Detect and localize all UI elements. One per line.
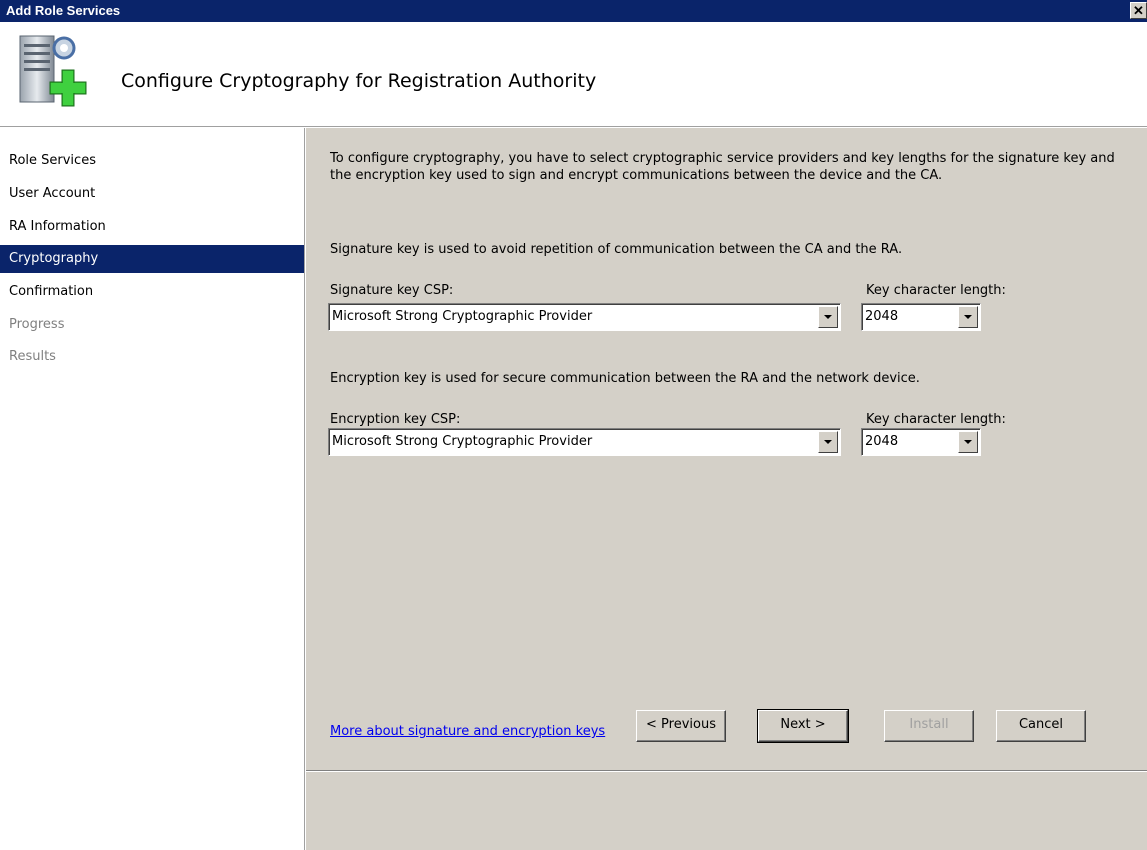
signature-csp-label: Signature key CSP: (330, 283, 454, 298)
close-icon: ✕ (1133, 3, 1144, 18)
main-panel: To configure cryptography, you have to s… (306, 128, 1147, 850)
previous-button[interactable]: < Previous (636, 710, 726, 742)
encryption-csp-label: Encryption key CSP: (330, 412, 461, 427)
encryption-length-label: Key character length: (866, 412, 1006, 427)
title-bar: Add Role Services ✕ (0, 0, 1147, 22)
sidebar-item-confirmation[interactable]: Confirmation (0, 278, 304, 306)
encryption-length-value: 2048 (865, 434, 899, 449)
install-button: Install (884, 710, 974, 742)
signature-description: Signature key is used to avoid repetitio… (330, 242, 903, 257)
encryption-csp-select[interactable]: Microsoft Strong Cryptographic Provider (328, 428, 841, 456)
chevron-down-icon[interactable] (818, 306, 838, 328)
signature-length-select[interactable]: 2048 (861, 303, 981, 331)
encryption-description: Encryption key is used for secure commun… (330, 371, 920, 386)
signature-length-label: Key character length: (866, 283, 1006, 298)
next-button[interactable]: Next > (757, 709, 849, 743)
chevron-down-icon[interactable] (958, 306, 978, 328)
sidebar-item-cryptography[interactable]: Cryptography (0, 245, 304, 273)
signature-csp-select[interactable]: Microsoft Strong Cryptographic Provider (328, 303, 841, 331)
sidebar-item-role-services[interactable]: Role Services (0, 147, 304, 175)
signature-csp-value: Microsoft Strong Cryptographic Provider (332, 309, 593, 324)
page-title: Configure Cryptography for Registration … (121, 70, 597, 92)
footer-divider (306, 770, 1147, 772)
window-title: Add Role Services (6, 3, 121, 18)
encryption-length-select[interactable]: 2048 (861, 428, 981, 456)
sidebar-item-ra-information[interactable]: RA Information (0, 213, 304, 241)
sidebar-item-progress: Progress (9, 317, 65, 332)
intro-text: To configure cryptography, you have to s… (330, 151, 1115, 183)
signature-length-value: 2048 (865, 309, 899, 324)
wizard-header: Configure Cryptography for Registration … (0, 22, 1147, 127)
cancel-button[interactable]: Cancel (996, 710, 1086, 742)
sidebar-item-results: Results (9, 349, 56, 364)
close-button[interactable]: ✕ (1130, 2, 1147, 19)
chevron-down-icon[interactable] (818, 431, 838, 453)
server-add-icon (19, 35, 87, 107)
chevron-down-icon[interactable] (958, 431, 978, 453)
wizard-steps-sidebar: Role Services User Account RA Informatio… (0, 128, 305, 850)
more-about-keys-link[interactable]: More about signature and encryption keys (330, 724, 605, 739)
encryption-csp-value: Microsoft Strong Cryptographic Provider (332, 434, 593, 449)
sidebar-item-user-account[interactable]: User Account (0, 180, 304, 208)
